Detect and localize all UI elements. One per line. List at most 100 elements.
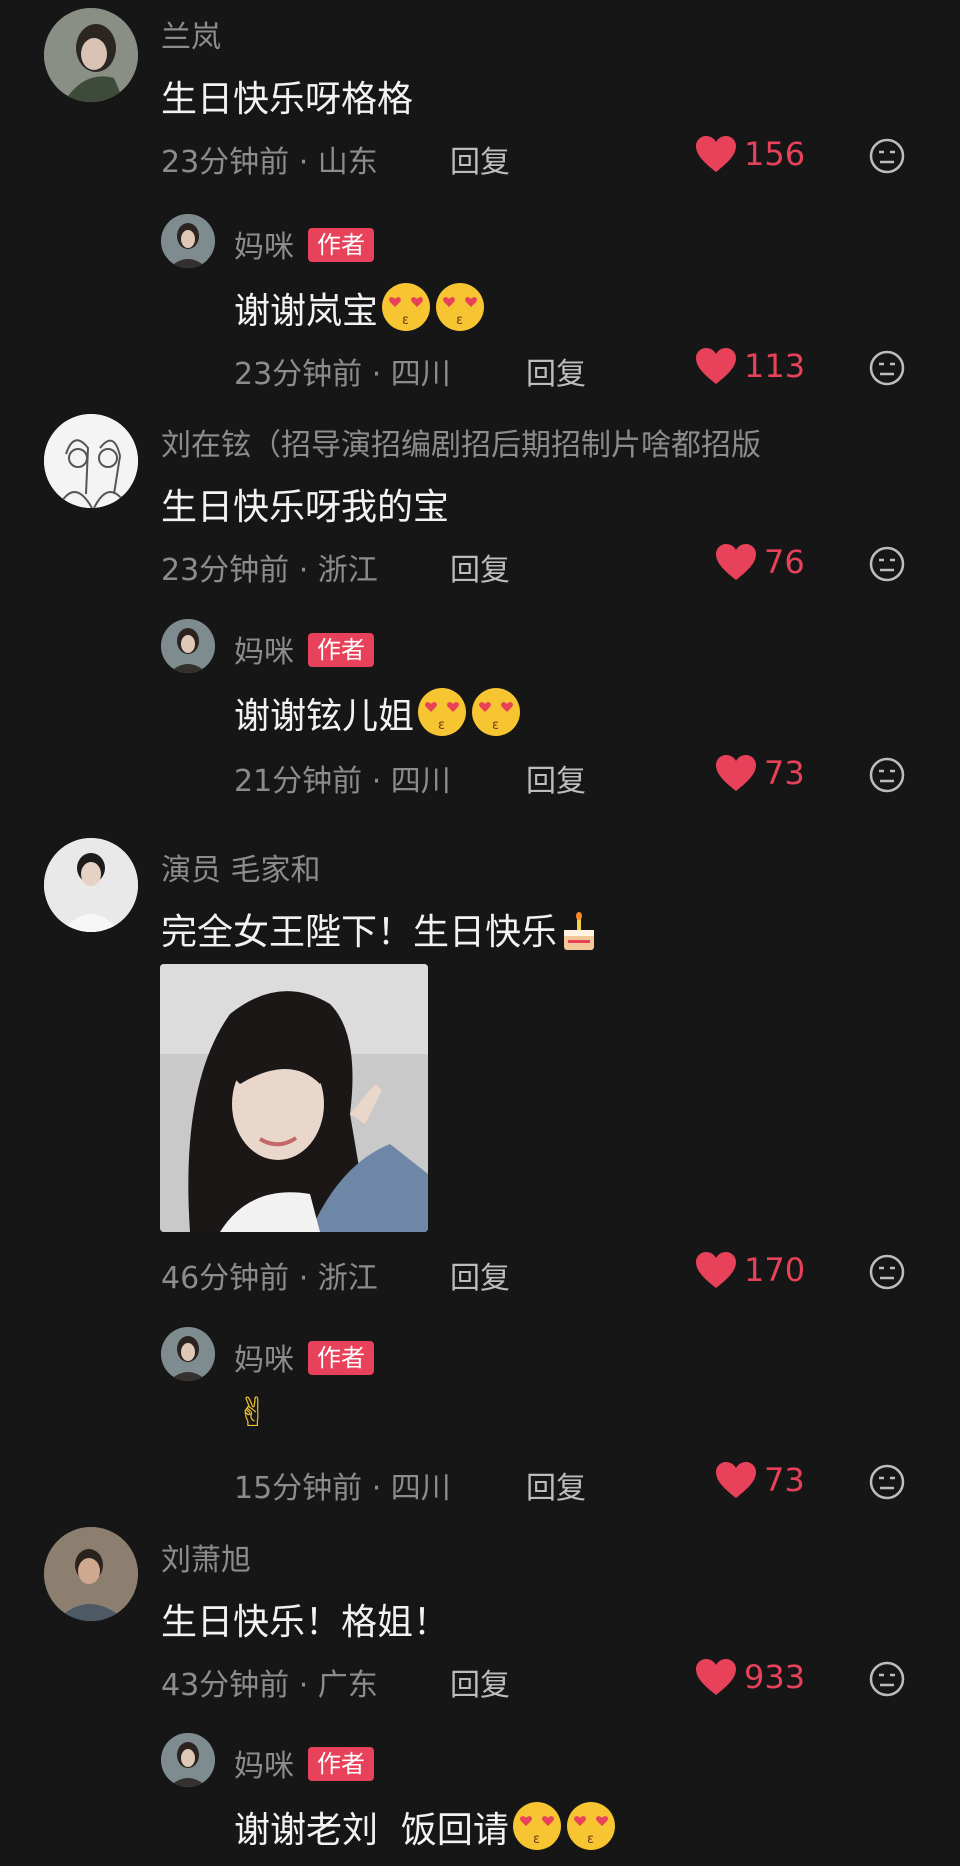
dislike-face-icon — [869, 1464, 905, 1500]
like-button[interactable]: 170 — [694, 1250, 805, 1290]
heart-icon — [716, 544, 756, 580]
svg-text:ε: ε — [402, 313, 409, 328]
svg-text:ε: ε — [438, 718, 445, 733]
dislike-button[interactable] — [868, 756, 906, 794]
heart-icon — [696, 136, 736, 172]
avatar[interactable] — [161, 1733, 215, 1787]
heart-eyes-kiss-emoji: ε — [380, 281, 432, 342]
commenter-name[interactable]: 妈咪 作者 — [234, 222, 374, 266]
dislike-face-icon — [869, 757, 905, 793]
avatar-photo — [44, 8, 138, 102]
commenter-name[interactable]: 刘在铉（招导演招编剧招后期招制片啥都招版 — [161, 420, 761, 464]
reply-button[interactable]: 回复 — [450, 137, 510, 181]
comment-meta: 46分钟前 · 浙江 — [161, 1261, 378, 1296]
reply-button[interactable]: 回复 — [526, 349, 586, 393]
like-count: 73 — [764, 754, 805, 792]
commenter-name[interactable]: 妈咪 作者 — [234, 1741, 374, 1785]
avatar-photo — [44, 838, 138, 932]
like-button[interactable]: 76 — [714, 542, 805, 582]
dislike-button[interactable] — [868, 349, 906, 387]
comment-meta: 23分钟前 · 四川 — [234, 357, 451, 392]
comment-meta: 23分钟前 · 浙江 — [161, 553, 378, 588]
dislike-face-icon — [869, 1661, 905, 1697]
like-count: 156 — [744, 135, 806, 173]
reply-button[interactable]: 回复 — [450, 1660, 510, 1704]
author-badge: 作者 — [308, 633, 374, 667]
like-button[interactable]: 73 — [714, 1460, 805, 1500]
comment-text: 谢谢岚宝 ε ε — [234, 281, 486, 342]
dislike-face-icon — [869, 350, 905, 386]
like-count: 76 — [764, 543, 805, 581]
like-count: 933 — [744, 1658, 806, 1696]
reply-button[interactable]: 回复 — [526, 1463, 586, 1507]
heart-icon — [716, 755, 756, 791]
dislike-face-icon — [869, 1254, 905, 1290]
portrait-photo — [160, 964, 428, 1232]
dislike-button[interactable] — [868, 1463, 906, 1501]
dislike-button[interactable] — [868, 545, 906, 583]
like-count: 170 — [744, 1251, 806, 1289]
avatar-photo — [161, 1733, 215, 1787]
comment-meta: 23分钟前 · 山东 — [161, 145, 378, 180]
heart-icon — [696, 1252, 736, 1288]
commenter-name[interactable]: 妈咪 作者 — [234, 1335, 374, 1379]
like-button[interactable]: 933 — [694, 1657, 805, 1697]
heart-icon — [716, 1462, 756, 1498]
comment-text: 生日快乐！格姐！ — [161, 1602, 450, 1643]
dislike-button[interactable] — [868, 1253, 906, 1291]
heart-eyes-kiss-emoji: ε — [470, 686, 522, 747]
comment-text: ✌ — [236, 1390, 270, 1436]
commenter-name[interactable]: 演员 毛家和 — [161, 845, 321, 889]
dislike-button[interactable] — [868, 1660, 906, 1698]
svg-text:ε: ε — [533, 1832, 540, 1847]
like-count: 73 — [764, 1461, 805, 1499]
heart-icon — [696, 1659, 736, 1695]
dislike-face-icon — [869, 546, 905, 582]
avatar[interactable] — [44, 414, 138, 508]
comment-meta: 21分钟前 · 四川 — [234, 764, 451, 799]
author-badge: 作者 — [308, 228, 374, 262]
comment-image[interactable] — [160, 964, 428, 1232]
like-button[interactable]: 73 — [714, 753, 805, 793]
comment-meta: 15分钟前 · 四川 — [234, 1471, 451, 1506]
svg-text:ε: ε — [587, 1832, 594, 1847]
comment-text: 谢谢铉儿姐 ε ε — [234, 686, 522, 747]
reply-button[interactable]: 回复 — [526, 756, 586, 800]
comment-text: 生日快乐呀我的宝 — [161, 487, 450, 528]
heart-eyes-kiss-emoji: ε — [565, 1800, 617, 1861]
comment-meta: 43分钟前 · 广东 — [161, 1668, 378, 1703]
avatar[interactable] — [44, 8, 138, 102]
comment-text: 谢谢老刘 饭回请 ε ε — [234, 1800, 617, 1861]
avatar-photo — [161, 214, 215, 268]
avatar[interactable] — [161, 214, 215, 268]
comment-text: 生日快乐呀格格 — [161, 79, 414, 120]
commenter-name[interactable]: 兰岚 — [161, 12, 221, 56]
svg-text:ε: ε — [456, 313, 463, 328]
heart-eyes-kiss-emoji: ε — [416, 686, 468, 747]
comment-text: 完全女王陛下！生日快乐 — [161, 903, 599, 963]
avatar[interactable] — [161, 619, 215, 673]
birthday-cake-emoji — [559, 910, 599, 963]
heart-icon — [696, 348, 736, 384]
like-button[interactable]: 113 — [694, 346, 805, 386]
avatar-photo — [161, 1327, 215, 1381]
reply-button[interactable]: 回复 — [450, 1253, 510, 1297]
svg-text:ε: ε — [492, 718, 499, 733]
reply-button[interactable]: 回复 — [450, 545, 510, 589]
avatar-photo — [44, 1527, 138, 1621]
avatar[interactable] — [161, 1327, 215, 1381]
commenter-name[interactable]: 刘萧旭 — [161, 1535, 251, 1579]
author-badge: 作者 — [308, 1747, 374, 1781]
heart-eyes-kiss-emoji: ε — [434, 281, 486, 342]
dislike-face-icon — [869, 138, 905, 174]
commenter-name[interactable]: 妈咪 作者 — [234, 627, 374, 671]
like-count: 113 — [744, 347, 806, 385]
dislike-button[interactable] — [868, 137, 906, 175]
heart-eyes-kiss-emoji: ε — [511, 1800, 563, 1861]
avatar-photo — [44, 414, 138, 508]
avatar[interactable] — [44, 1527, 138, 1621]
avatar-photo — [161, 619, 215, 673]
like-button[interactable]: 156 — [694, 134, 805, 174]
author-badge: 作者 — [308, 1341, 374, 1375]
avatar[interactable] — [44, 838, 138, 932]
